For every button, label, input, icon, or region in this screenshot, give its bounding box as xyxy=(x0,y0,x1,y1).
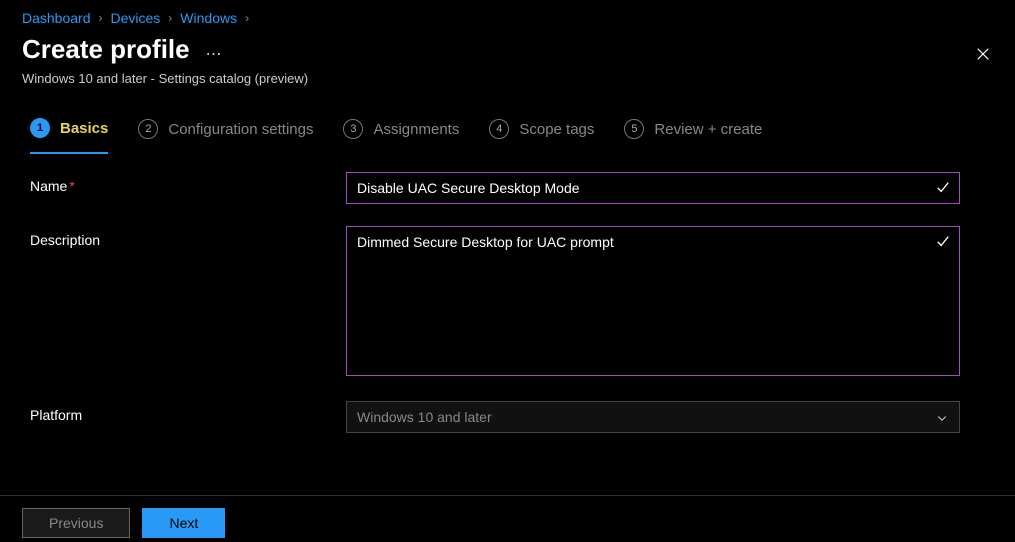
label-name: Name* xyxy=(30,172,346,194)
breadcrumb-link-windows[interactable]: Windows xyxy=(180,10,237,26)
chevron-down-icon xyxy=(936,411,948,427)
row-description: Description xyxy=(30,226,985,379)
field-wrap-platform: Windows 10 and later xyxy=(346,401,960,433)
next-button[interactable]: Next xyxy=(142,508,225,538)
wizard-steps: 1 Basics 2 Configuration settings 3 Assi… xyxy=(0,96,1015,154)
platform-select[interactable]: Windows 10 and later xyxy=(346,401,960,433)
breadcrumb-link-dashboard[interactable]: Dashboard xyxy=(22,10,91,26)
step-label: Assignments xyxy=(373,121,459,138)
chevron-right-icon: › xyxy=(168,11,172,25)
step-review-create[interactable]: 5 Review + create xyxy=(624,118,762,154)
page-title: Create profile xyxy=(22,34,190,65)
close-button[interactable] xyxy=(969,40,997,68)
form-basics: Name* Description Platform Windows 10 an… xyxy=(0,154,1015,433)
field-wrap-description xyxy=(346,226,960,379)
step-scope-tags[interactable]: 4 Scope tags xyxy=(489,118,594,154)
breadcrumb-link-devices[interactable]: Devices xyxy=(111,10,161,26)
step-number-icon: 4 xyxy=(489,119,509,139)
footer-actions: Previous Next xyxy=(0,495,1015,542)
page-header: Create profile ⋯ Windows 10 and later - … xyxy=(0,32,1015,96)
step-number-icon: 5 xyxy=(624,119,644,139)
chevron-right-icon: › xyxy=(99,11,103,25)
label-description: Description xyxy=(30,226,346,248)
step-label: Configuration settings xyxy=(168,121,313,138)
description-input[interactable] xyxy=(346,226,960,376)
step-number-icon: 3 xyxy=(343,119,363,139)
step-label: Basics xyxy=(60,120,108,137)
step-number-icon: 2 xyxy=(138,119,158,139)
step-label: Review + create xyxy=(654,121,762,138)
more-icon[interactable]: ⋯ xyxy=(206,46,224,63)
step-label: Scope tags xyxy=(519,121,594,138)
platform-value: Windows 10 and later xyxy=(357,409,492,425)
label-platform: Platform xyxy=(30,401,346,423)
step-number-icon: 1 xyxy=(30,118,50,138)
checkmark-icon xyxy=(936,234,950,251)
row-name: Name* xyxy=(30,172,985,204)
checkmark-icon xyxy=(936,180,950,197)
breadcrumb: Dashboard › Devices › Windows › xyxy=(0,0,1015,32)
chevron-right-icon: › xyxy=(245,11,249,25)
close-icon xyxy=(976,47,990,61)
step-basics[interactable]: 1 Basics xyxy=(30,118,108,154)
label-text: Name xyxy=(30,178,67,194)
step-assignments[interactable]: 3 Assignments xyxy=(343,118,459,154)
page-subtitle: Windows 10 and later - Settings catalog … xyxy=(22,71,993,86)
previous-button[interactable]: Previous xyxy=(22,508,130,538)
name-input[interactable] xyxy=(346,172,960,204)
step-configuration-settings[interactable]: 2 Configuration settings xyxy=(138,118,313,154)
field-wrap-name xyxy=(346,172,960,204)
row-platform: Platform Windows 10 and later xyxy=(30,401,985,433)
required-asterisk-icon: * xyxy=(69,178,74,194)
